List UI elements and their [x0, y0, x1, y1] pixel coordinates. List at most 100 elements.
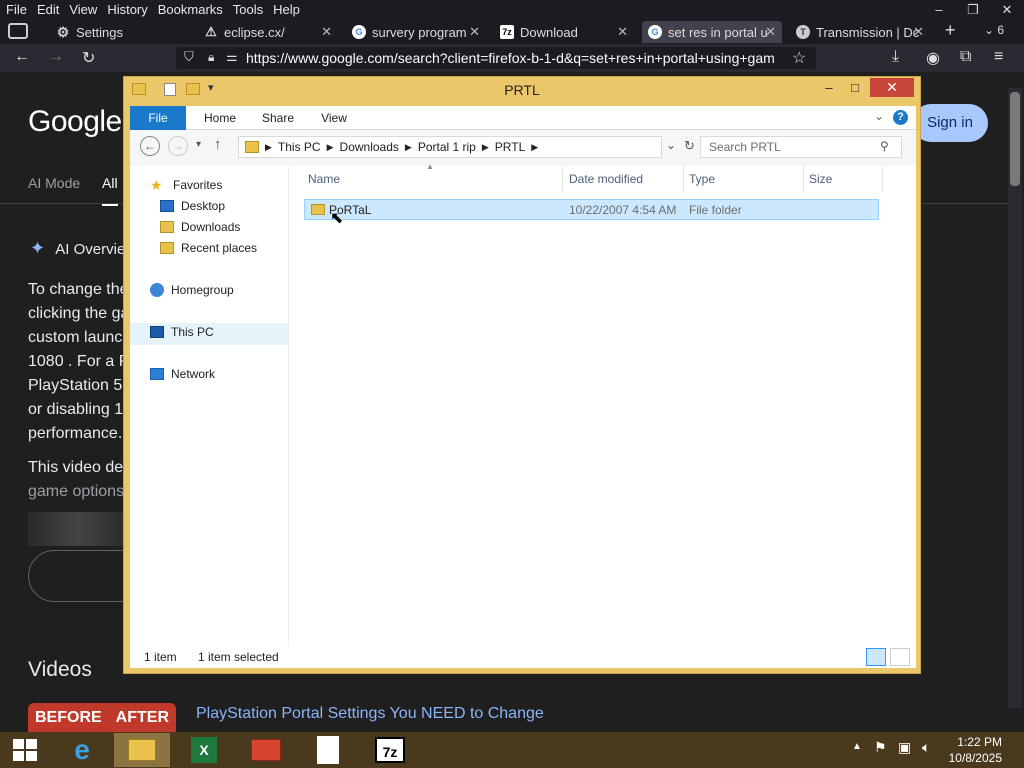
menu-view[interactable]: View [69, 2, 97, 17]
nav-item-this-pc[interactable]: This PC [150, 325, 214, 339]
lock-icon[interactable]: 🔒︎ [208, 50, 214, 65]
document-button[interactable] [300, 733, 356, 767]
close-icon[interactable]: ✕ [469, 24, 480, 40]
back-icon[interactable]: ← [140, 136, 160, 156]
nav-item-homegroup[interactable]: Homegroup [150, 283, 234, 297]
tab-transmission[interactable]: T Transmission | Dc ✕ [790, 21, 930, 43]
video-thumbnail[interactable]: BEFORE AFTER [28, 703, 176, 732]
chevron-right-icon[interactable]: ▶ [327, 142, 334, 153]
google-logo[interactable]: Google [28, 105, 122, 139]
tab-overview-icon[interactable] [8, 23, 28, 39]
url-bar[interactable]: ⛉ 🔒︎ ⚌ https://www.google.com/search?cli… [176, 47, 816, 69]
ribbon-tab-view[interactable]: View [312, 106, 356, 130]
maximize-button[interactable]: □ [842, 78, 868, 97]
network-status-icon[interactable]: ▣ [898, 739, 911, 756]
forward-icon[interactable]: → [168, 136, 188, 156]
minimize-button[interactable]: – [922, 0, 956, 19]
tab-ai-mode[interactable]: AI Mode [28, 175, 80, 191]
column-header-name[interactable]: Name [308, 172, 340, 186]
close-button[interactable]: ✕ [870, 78, 914, 97]
column-header-date-modified[interactable]: Date modified [569, 172, 643, 186]
column-header-type[interactable]: Type [689, 172, 715, 186]
page-scrollbar[interactable] [1008, 88, 1022, 708]
close-icon[interactable]: ✕ [765, 24, 776, 40]
breadcrumb-downloads[interactable]: Downloads [340, 140, 399, 154]
ribbon-expand-icon[interactable]: ⌄ [874, 109, 884, 123]
start-button[interactable] [0, 733, 50, 767]
show-more-button[interactable] [28, 550, 128, 602]
video-title-link[interactable]: PlayStation Portal Settings You NEED to … [196, 705, 544, 723]
scrollbar-thumb[interactable] [1010, 92, 1020, 186]
breadcrumb-this-pc[interactable]: This PC [278, 140, 321, 154]
close-icon[interactable]: ✕ [321, 24, 332, 40]
shield-icon[interactable]: ⛉ [184, 49, 194, 65]
downloads-icon[interactable]: ⤓ [892, 48, 899, 66]
menu-edit[interactable]: Edit [37, 2, 59, 17]
refresh-icon[interactable]: ↻ [684, 138, 695, 154]
large-icons-view-icon[interactable] [890, 648, 910, 666]
menu-help[interactable]: Help [273, 2, 300, 17]
menu-bookmarks[interactable]: Bookmarks [158, 2, 223, 17]
nav-item-favorites[interactable]: ★ Favorites [150, 178, 222, 192]
column-divider[interactable] [683, 166, 684, 192]
back-icon[interactable]: ← [14, 48, 30, 66]
file-explorer-taskbar-button[interactable] [114, 733, 170, 767]
permissions-icon[interactable]: ⚌ [226, 49, 238, 65]
chevron-right-icon[interactable]: ▶ [482, 142, 489, 153]
excel-button[interactable]: X [176, 733, 232, 767]
up-icon[interactable]: ↑ [214, 136, 222, 153]
quick-access-dropdown-icon[interactable]: ▾ [208, 81, 214, 94]
nav-item-downloads[interactable]: Downloads [160, 220, 240, 234]
7zip-button[interactable]: 7z [362, 733, 418, 767]
minimize-button[interactable]: – [816, 78, 842, 97]
tab-set-res-in-portal[interactable]: G set res in portal u ✕ [642, 21, 782, 43]
tab-eclipse[interactable]: ⚠ eclipse.cx/ ✕ [198, 21, 338, 43]
search-icon[interactable]: ⚲ [880, 139, 889, 153]
nav-item-network[interactable]: Network [150, 367, 215, 381]
file-row[interactable]: PoRTaL 10/22/2007 4:54 AM File folder [304, 199, 879, 220]
nav-item-recent-places[interactable]: Recent places [160, 241, 257, 255]
column-divider[interactable] [803, 166, 804, 192]
tab-list-button[interactable]: ⌄ 6 [984, 23, 1004, 37]
bookmark-star-icon[interactable]: ☆ [792, 48, 806, 68]
reload-icon[interactable]: ↻ [82, 48, 95, 68]
new-folder-icon[interactable] [186, 83, 200, 95]
ribbon-tab-file[interactable]: File [130, 106, 186, 130]
tab-download[interactable]: 7z Download ✕ [494, 21, 634, 43]
sign-in-button[interactable]: Sign in [912, 104, 988, 142]
close-button[interactable]: ✕ [990, 0, 1024, 19]
address-bar[interactable]: ▶ This PC ▶ Downloads ▶ Portal 1 rip ▶ P… [238, 136, 662, 158]
breadcrumb-prtl[interactable]: PRTL [495, 140, 525, 154]
forward-icon[interactable]: → [48, 48, 64, 66]
column-divider[interactable] [562, 166, 563, 192]
clock[interactable]: 1:22 PM 10/8/2025 [949, 734, 1002, 766]
tab-settings[interactable]: ⚙ Settings [50, 21, 192, 43]
tab-survery-program[interactable]: G survery program ✕ [346, 21, 486, 43]
recent-locations-icon[interactable]: ▾ [196, 139, 201, 150]
new-tab-button[interactable]: + [945, 20, 956, 41]
app-button[interactable] [238, 733, 294, 767]
search-input[interactable]: Search PRTL [700, 136, 902, 158]
chevron-right-icon[interactable]: ▶ [265, 142, 272, 153]
chevron-right-icon[interactable]: ▶ [531, 142, 538, 153]
column-divider[interactable] [882, 166, 883, 192]
menu-tools[interactable]: Tools [233, 2, 263, 17]
close-icon[interactable]: ✕ [617, 24, 628, 40]
breadcrumb-portal-1-rip[interactable]: Portal 1 rip [418, 140, 476, 154]
address-dropdown-icon[interactable]: ⌄ [666, 138, 676, 152]
menu-history[interactable]: History [107, 2, 147, 17]
ribbon-tab-share[interactable]: Share [254, 106, 302, 130]
column-header-size[interactable]: Size [809, 172, 832, 186]
hamburger-menu-icon[interactable]: ≡ [994, 48, 1003, 66]
action-center-flag-icon[interactable]: ⚑ [874, 739, 887, 756]
help-icon[interactable]: ? [893, 110, 908, 125]
volume-muted-icon[interactable]: 🔈︎ [922, 739, 930, 756]
tab-all[interactable]: All [102, 175, 118, 206]
extensions-icon[interactable]: ⧉ [960, 48, 971, 66]
chevron-right-icon[interactable]: ▶ [405, 142, 412, 153]
properties-icon[interactable] [164, 83, 176, 96]
internet-explorer-button[interactable]: e [54, 733, 110, 767]
details-view-icon[interactable] [866, 648, 886, 666]
menu-file[interactable]: File [6, 2, 27, 17]
video-preview-placeholder[interactable] [28, 512, 128, 546]
